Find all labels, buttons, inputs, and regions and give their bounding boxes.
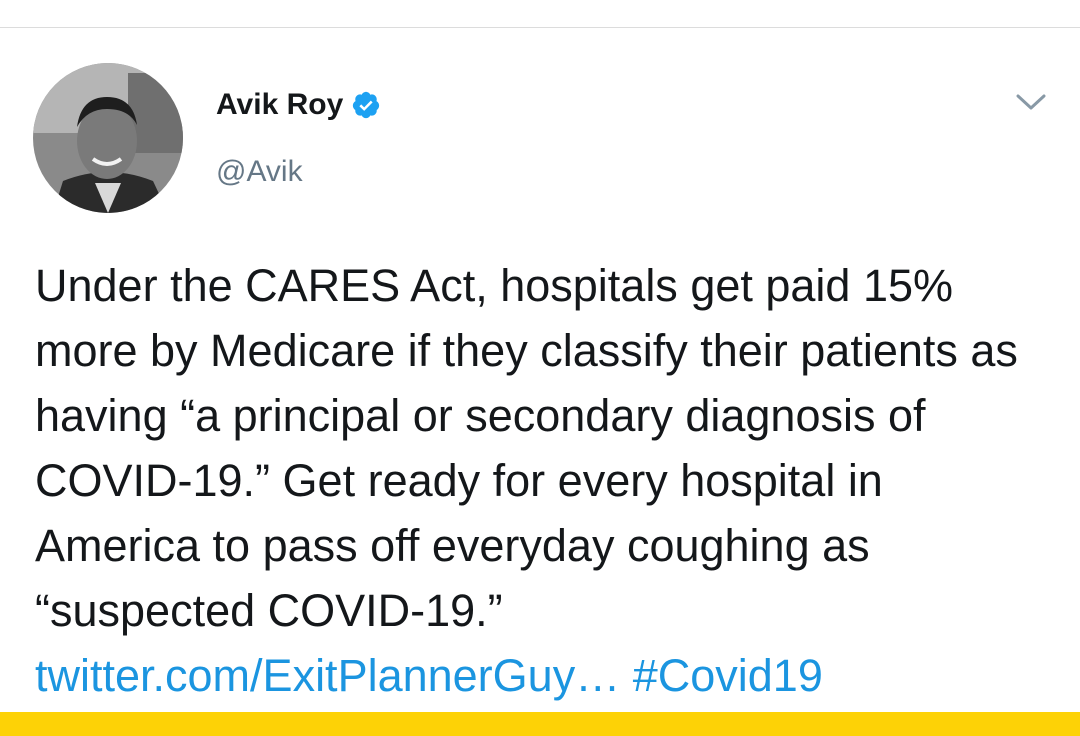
author-handle[interactable]: @Avik	[216, 154, 303, 190]
tweet-links: twitter.com/ExitPlannerGuy… #Covid19	[35, 643, 823, 708]
author-display-name[interactable]: Avik Roy	[216, 86, 343, 124]
bottom-highlight-bar	[0, 712, 1080, 736]
avatar[interactable]	[33, 63, 183, 213]
author-name-row[interactable]: Avik Roy	[216, 86, 381, 124]
top-divider	[0, 27, 1080, 28]
avatar-photo	[33, 63, 183, 213]
verified-badge-icon	[351, 90, 381, 120]
tweet-link[interactable]: twitter.com/ExitPlannerGuy…	[35, 650, 620, 701]
tweet-text: Under the CARES Act, hospitals get paid …	[35, 260, 1018, 636]
chevron-down-icon[interactable]	[1014, 90, 1048, 114]
hashtag-link[interactable]: #Covid19	[633, 650, 823, 701]
